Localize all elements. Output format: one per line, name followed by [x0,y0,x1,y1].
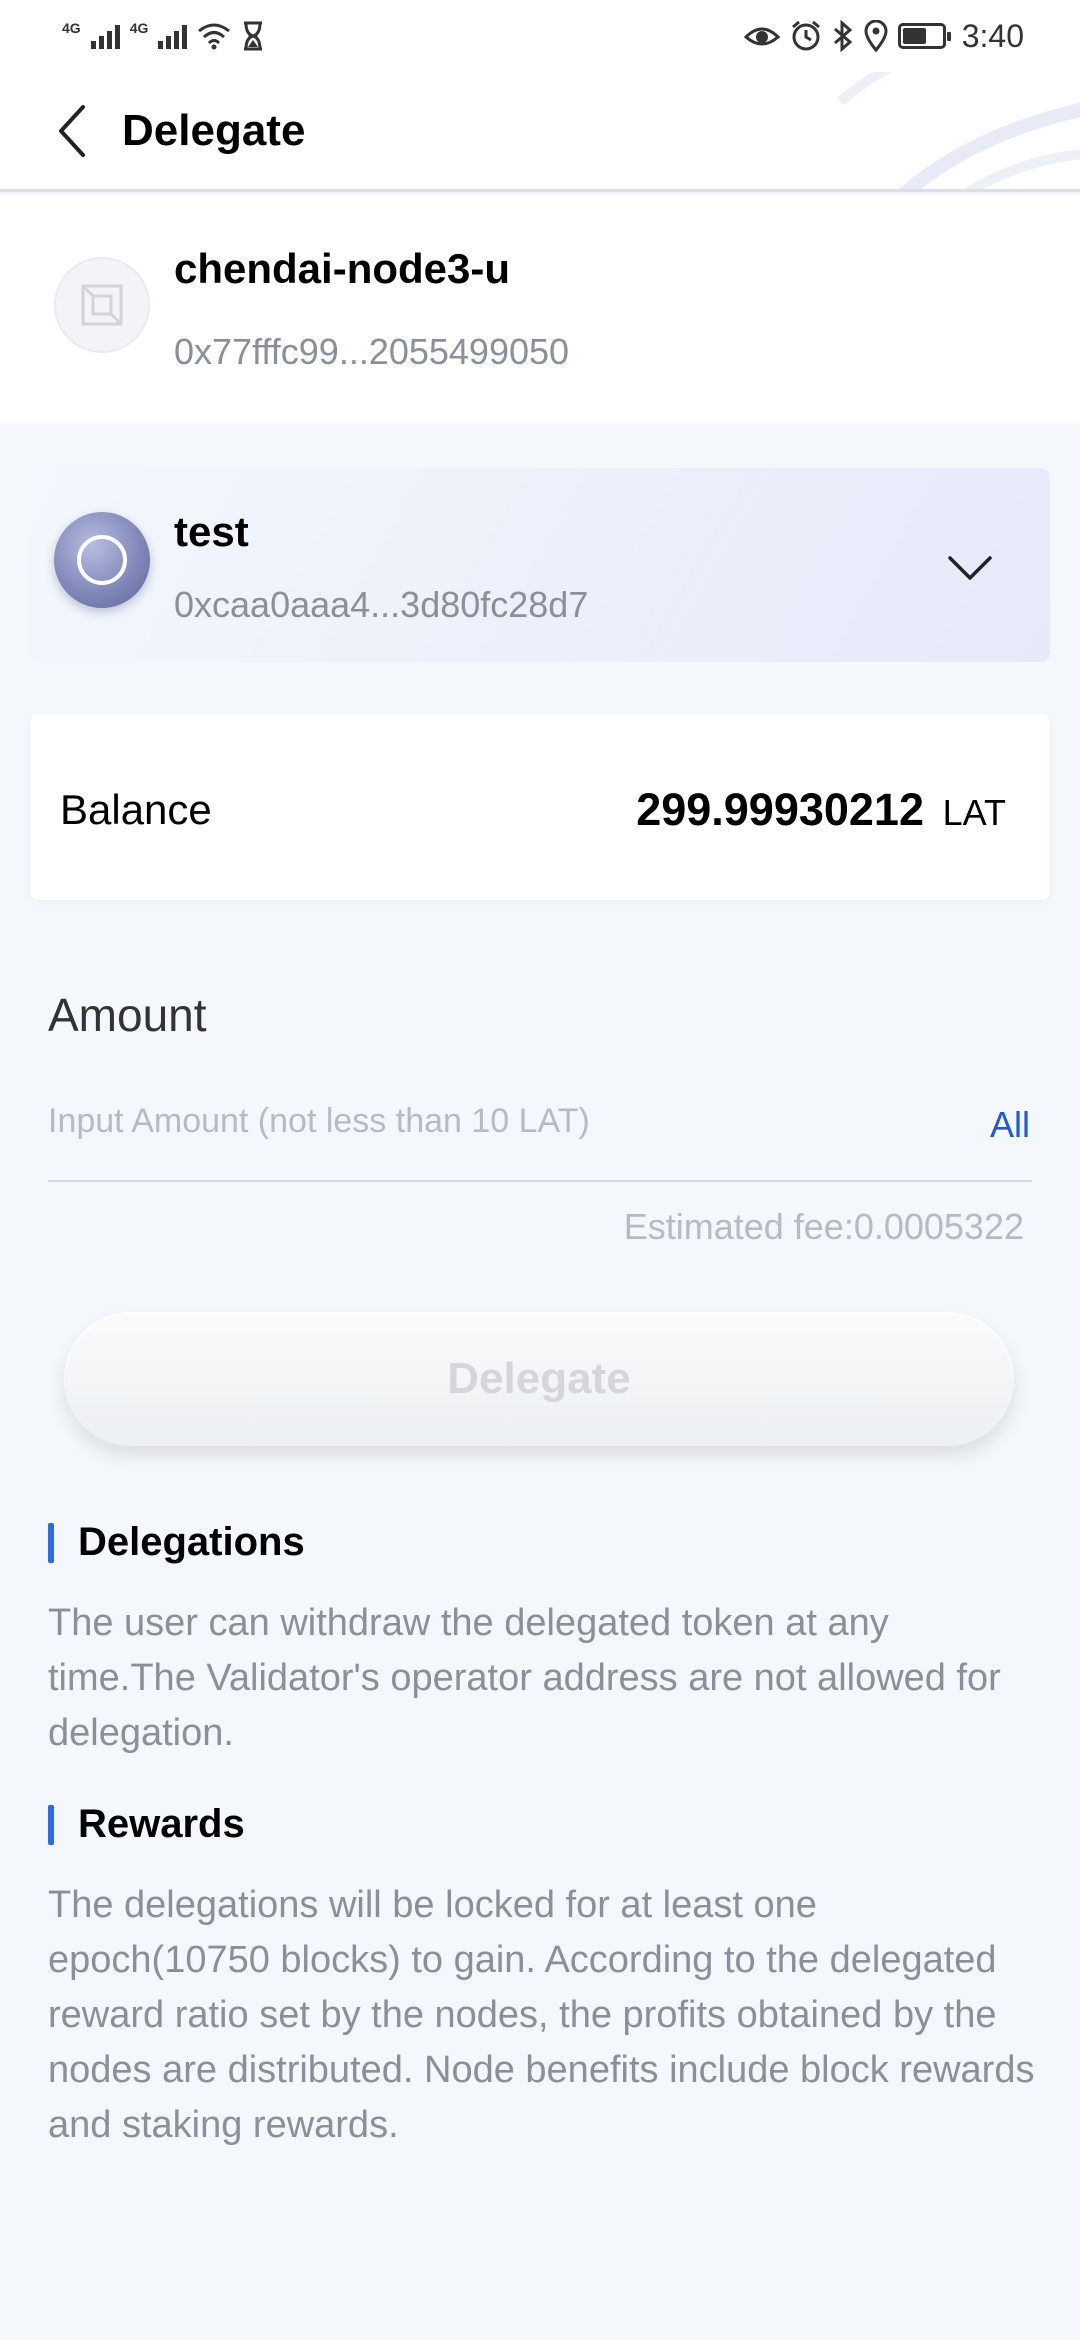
node-info-card: chendai-node3-u 0x77fffc99...2055499050 [0,195,1080,423]
status-bar: 4G 4G 3:40 [0,0,1080,72]
delegate-screen: 4G 4G 3:40 Delegate chendai-node3-u 0x77… [0,0,1080,2340]
amount-input[interactable] [48,1096,898,1146]
balance-value: 299.99930212 [636,784,924,835]
node-avatar [54,257,150,353]
page-title: Delegate [122,105,306,155]
wallet-address: 0xcaa0aaa4...3d80fc28d7 [174,584,589,625]
balance-card: Balance 299.99930212 LAT [30,714,1050,900]
signal-icon-1 [90,23,120,49]
rewards-description: The delegations will be locked for at le… [48,1884,1035,2146]
delegate-button[interactable]: Delegate [64,1312,1014,1446]
hourglass-icon [244,21,263,51]
chevron-left-icon [59,104,85,157]
network-type-1: 4G [62,20,81,36]
back-button[interactable] [22,81,122,181]
amount-underline [48,1180,1032,1182]
status-right: 3:40 [743,17,1024,55]
all-button[interactable]: All [990,1104,1030,1146]
location-icon [864,20,888,52]
delegations-heading: Delegations [48,1520,305,1565]
section-accent-bar [48,1804,54,1845]
wallet-name: test [174,508,249,555]
bluetooth-icon [833,20,853,52]
header-decoration [836,72,1080,189]
delegations-title: Delegations [78,1520,305,1564]
section-accent-bar [48,1522,54,1563]
alarm-icon [791,20,820,51]
estimated-fee: Estimated fee:0.0005322 [623,1206,1024,1247]
wallet-selector[interactable]: test 0xcaa0aaa4...3d80fc28d7 [30,468,1050,662]
node-icon [81,284,123,326]
balance-label: Balance [60,786,212,833]
rewards-title: Rewards [78,1802,245,1846]
status-left: 4G 4G [62,20,265,51]
delegations-description: The user can withdraw the delegated toke… [48,1602,1001,1754]
app-header: Delegate [0,72,1080,192]
clock: 3:40 [961,17,1024,54]
battery-icon [897,23,951,49]
chevron-down-icon [948,556,992,580]
eye-icon [743,27,780,46]
amount-title: Amount [48,989,207,1041]
node-name: chendai-node3-u [174,245,511,292]
wallet-avatar [54,512,150,608]
rewards-heading: Rewards [48,1802,245,1847]
balance-unit: LAT [942,792,1006,833]
node-address: 0x77fffc99...2055499050 [174,331,570,372]
network-type-2: 4G [129,20,149,36]
wifi-icon [198,23,231,50]
signal-icon-2 [158,23,188,49]
